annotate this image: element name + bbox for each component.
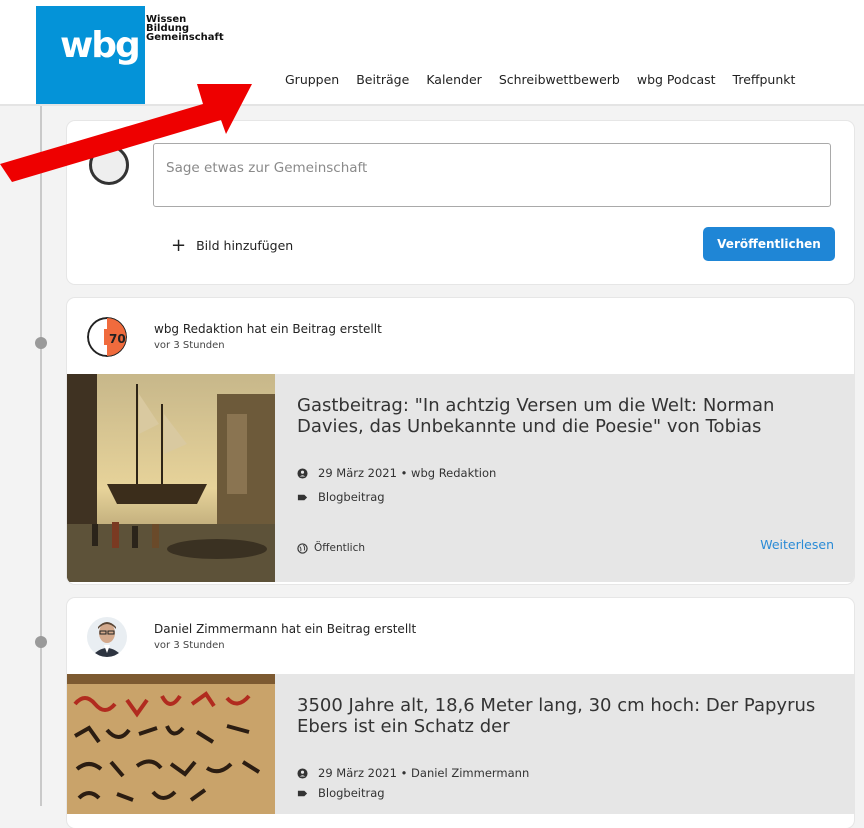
post-timestamp: vor 3 Stunden <box>154 640 225 651</box>
globe-icon <box>297 542 308 554</box>
post-visibility: Öffentlich <box>297 542 365 554</box>
post-meta-category: Blogbeitrag <box>297 490 385 504</box>
site-header: wbg Wissen Bildung Gemeinschaft Gruppen … <box>0 0 864 106</box>
publish-button[interactable]: Veröffentlichen <box>703 227 835 261</box>
timeline-line <box>40 106 42 806</box>
composer-input[interactable]: Sage etwas zur Gemeinschaft <box>153 143 831 207</box>
author-avatar[interactable]: 70 <box>87 317 127 357</box>
post-composer: Sage etwas zur Gemeinschaft + Bild hinzu… <box>67 121 854 284</box>
wbg-logo[interactable]: wbg <box>36 6 145 106</box>
post-author-line[interactable]: wbg Redaktion hat ein Beitrag erstellt <box>154 322 382 336</box>
post-meta-category: Blogbeitrag <box>297 786 385 800</box>
post-meta-date: 29 März 2021 • Daniel Zimmermann <box>297 766 529 780</box>
post-date-author: 29 März 2021 • wbg Redaktion <box>318 466 497 480</box>
post-title[interactable]: Gastbeitrag: "In achtzig Versen um die W… <box>297 395 837 437</box>
post-date-author: 29 März 2021 • Daniel Zimmermann <box>318 766 530 780</box>
header-divider <box>0 104 864 106</box>
tag-icon <box>297 790 308 796</box>
feed-post: Daniel Zimmermann hat ein Beitrag erstel… <box>67 598 854 828</box>
post-author-line[interactable]: Daniel Zimmermann hat ein Beitrag erstel… <box>154 622 416 636</box>
visibility-label: Öffentlich <box>314 542 365 554</box>
add-image-label: Bild hinzufügen <box>196 238 294 253</box>
plus-icon: + <box>171 234 187 256</box>
post-preview[interactable]: 3500 Jahre alt, 18,6 Meter lang, 30 cm h… <box>67 674 854 814</box>
nav-item-beitraege[interactable]: Beiträge <box>356 72 409 87</box>
user-icon <box>297 767 308 779</box>
post-timestamp: vor 3 Stunden <box>154 340 225 351</box>
post-header: 70 wbg Redaktion hat ein Beitrag erstell… <box>67 298 854 374</box>
post-header: Daniel Zimmermann hat ein Beitrag erstel… <box>67 598 854 674</box>
nav-item-wbg-podcast[interactable]: wbg Podcast <box>637 72 716 87</box>
post-meta-date: 29 März 2021 • wbg Redaktion <box>297 466 496 480</box>
main-nav: Gruppen Beiträge Kalender Schreibwettbew… <box>285 72 812 87</box>
timeline-dot <box>35 337 47 349</box>
logo-tagline: Wissen Bildung Gemeinschaft <box>146 15 224 43</box>
read-more-link[interactable]: Weiterlesen <box>760 537 834 552</box>
post-thumbnail[interactable] <box>67 674 275 814</box>
author-avatar[interactable] <box>87 617 127 657</box>
feed-post: 70 wbg Redaktion hat ein Beitrag erstell… <box>67 298 854 584</box>
post-category: Blogbeitrag <box>318 786 385 800</box>
svg-text:70: 70 <box>109 332 126 346</box>
tag-icon <box>297 494 308 500</box>
timeline-dot <box>35 636 47 648</box>
post-category: Blogbeitrag <box>318 490 385 504</box>
nav-item-treffpunkt[interactable]: Treffpunkt <box>733 72 796 87</box>
user-avatar <box>89 145 129 185</box>
post-thumbnail[interactable] <box>67 374 275 582</box>
nav-item-kalender[interactable]: Kalender <box>426 72 482 87</box>
post-preview[interactable]: Gastbeitrag: "In achtzig Versen um die W… <box>67 374 854 582</box>
nav-item-gruppen[interactable]: Gruppen <box>285 72 339 87</box>
logo-wordmark: wbg <box>60 25 141 66</box>
logo-tag-line: Gemeinschaft <box>146 32 224 43</box>
add-image-button[interactable]: + Bild hinzufügen <box>171 234 294 256</box>
post-title[interactable]: 3500 Jahre alt, 18,6 Meter lang, 30 cm h… <box>297 695 837 737</box>
nav-item-schreibwettbewerb[interactable]: Schreibwettbewerb <box>499 72 620 87</box>
user-icon <box>297 467 308 479</box>
